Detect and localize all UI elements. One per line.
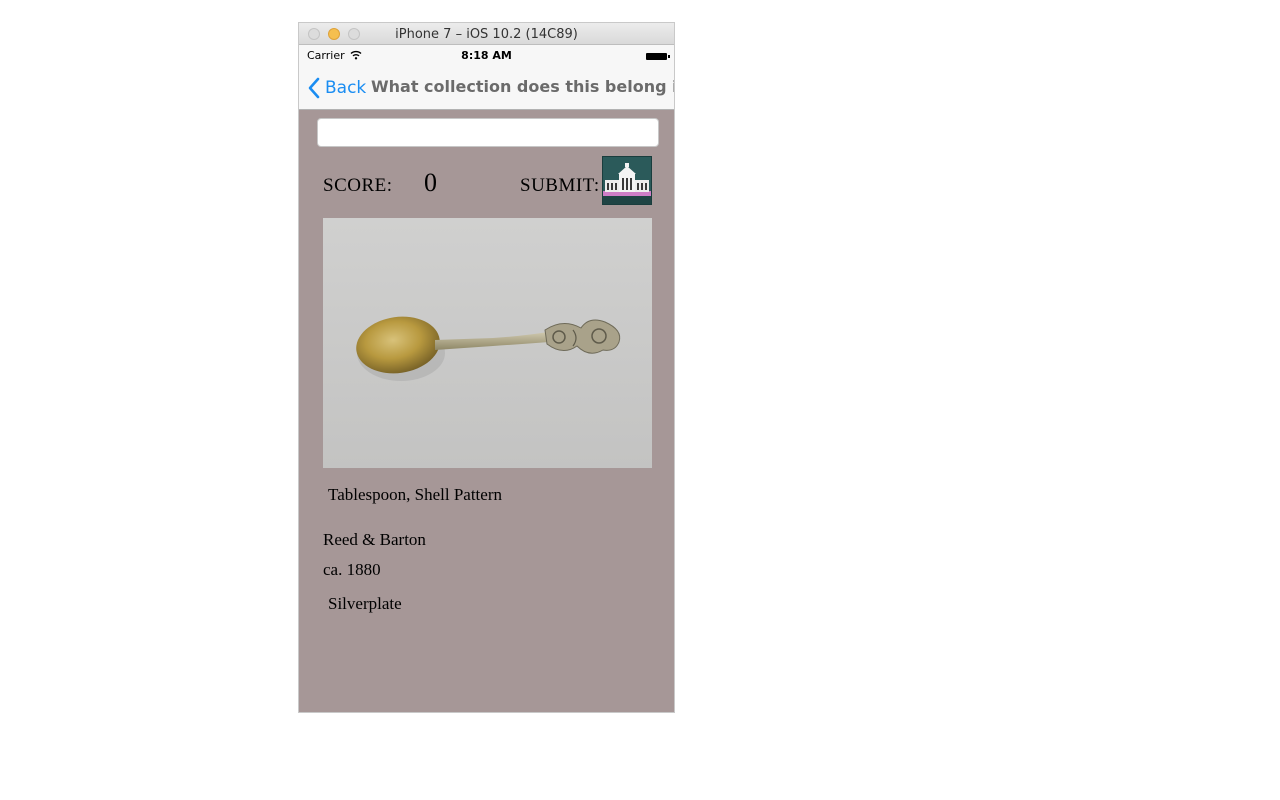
battery-icon	[646, 53, 670, 60]
score-label: SCORE:	[323, 175, 393, 196]
spoon-image	[356, 316, 621, 381]
page-title: What collection does this belong in?	[371, 77, 675, 96]
ios-status-bar: Carrier 8:18 AM	[299, 45, 674, 65]
score-value: 0	[424, 168, 437, 197]
simulator-window: iPhone 7 – iOS 10.2 (14C89) Carrier 8:18…	[298, 22, 675, 713]
window-titlebar: iPhone 7 – iOS 10.2 (14C89)	[299, 23, 674, 45]
back-button[interactable]: Back	[307, 76, 366, 100]
status-time: 8:18 AM	[461, 49, 512, 62]
back-button-label: Back	[325, 78, 367, 98]
artwork-date: ca. 1880	[323, 560, 381, 579]
chevron-left-icon	[308, 77, 320, 99]
museum-building-icon	[603, 157, 651, 204]
submit-label: SUBMIT:	[520, 175, 600, 196]
artwork-title: Tablespoon, Shell Pattern	[328, 485, 502, 504]
artwork-photo	[323, 218, 652, 468]
artwork-medium: Silverplate	[328, 594, 402, 613]
collection-answer-input[interactable]	[317, 118, 659, 147]
artwork-maker: Reed & Barton	[323, 530, 426, 549]
window-title: iPhone 7 – iOS 10.2 (14C89)	[395, 27, 578, 42]
submit-button[interactable]	[602, 156, 652, 205]
navigation-bar: Back What collection does this belong in…	[299, 65, 674, 110]
